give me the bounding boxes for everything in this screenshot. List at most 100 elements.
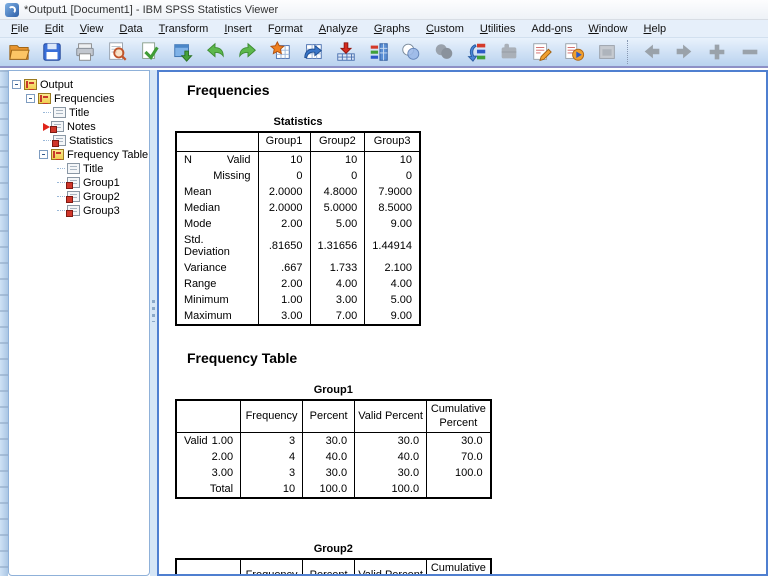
pane-splitter[interactable]: [150, 70, 157, 576]
collapse-expander-icon[interactable]: [39, 150, 48, 159]
use-variable-sets-button[interactable]: [462, 39, 491, 65]
tree-item-label: Frequencies: [54, 92, 115, 105]
row-label: 2.00: [211, 451, 234, 464]
tree-item-label: Title: [83, 162, 104, 175]
tree-item-title[interactable]: Title: [9, 106, 149, 119]
output-content-pane[interactable]: Frequencies Statistics Group1 Group2 Group…: [157, 70, 768, 576]
table-cell: 2.00: [257, 215, 310, 232]
variables-button[interactable]: [364, 39, 393, 65]
tree-item-output[interactable]: Output: [9, 78, 149, 91]
goto-variable-button[interactable]: [299, 39, 328, 65]
section-heading-frequency-table: Frequency Table: [187, 349, 298, 366]
table-row: Maximum 3.00 7.00 9.00: [176, 307, 421, 325]
menu-window[interactable]: Window: [580, 21, 635, 37]
table-cell: 2.0000: [257, 183, 310, 200]
print-button[interactable]: [70, 39, 99, 65]
title-doc-icon: [53, 107, 66, 118]
menu-analyze[interactable]: Analyze: [311, 21, 366, 37]
column-header: Group1: [257, 132, 310, 152]
table-cell: 1.31656: [309, 231, 365, 260]
table-cell: 7.9000: [364, 183, 421, 200]
corner-cell: [176, 559, 241, 574]
group2-pivot-table[interactable]: Frequency Percent Valid Percent Cumulative …: [175, 558, 492, 574]
table-cell: 30.0: [302, 432, 355, 450]
table-row: 2.00 4 40.0 40.0 70.0: [176, 449, 491, 466]
row-label: Missing: [213, 169, 251, 182]
value-labels-button: [430, 39, 459, 65]
column-header: Percent: [302, 399, 355, 434]
table-cell: [426, 481, 491, 499]
section-heading-frequencies: Frequencies: [187, 82, 270, 98]
output-book-icon: [24, 79, 37, 90]
goto-case-button[interactable]: [266, 39, 295, 65]
table-cell: 100.0: [426, 465, 491, 482]
recall-dialogs-button[interactable]: [168, 39, 197, 65]
table-cell: 9.00: [364, 215, 421, 232]
undo-button[interactable]: [201, 39, 230, 65]
print-preview-button[interactable]: [103, 39, 132, 65]
open-file-button[interactable]: [5, 39, 34, 65]
row-label: Mode: [184, 217, 212, 230]
goto-data-button[interactable]: [332, 39, 361, 65]
table-cell: 70.0: [426, 449, 491, 466]
collapse-expander-icon[interactable]: [26, 94, 35, 103]
table-cell: 4.00: [309, 275, 365, 292]
row-label: N Valid: [184, 153, 251, 166]
tree-item-group2[interactable]: Group2: [9, 190, 149, 203]
table-cell: 10: [257, 151, 310, 168]
table-cell: 100.0: [302, 481, 355, 499]
next-output-button: [670, 39, 699, 65]
menu-utilities[interactable]: Utilities: [472, 21, 523, 37]
menu-file[interactable]: File: [3, 21, 37, 37]
column-header: Percent: [302, 559, 355, 574]
statistics-pivot-table[interactable]: Group1 Group2 Group3 N Valid 10 10 10 Missing 0 0 0…: [175, 131, 422, 326]
tree-connector: [43, 112, 51, 113]
tree-item-title2[interactable]: Title: [9, 162, 149, 175]
menu-transform[interactable]: Transform: [151, 21, 217, 37]
outline-pane[interactable]: Output Frequencies Title Notes Statistic…: [8, 70, 150, 576]
table-cell: 30.0: [426, 432, 491, 450]
current-item-arrow-icon: [43, 122, 50, 131]
menu-view[interactable]: View: [72, 21, 112, 37]
group1-pivot-table[interactable]: Frequency Percent Valid Percent Cumulative …: [175, 398, 492, 500]
edit-script-button[interactable]: [528, 39, 557, 65]
table-cell: .81650: [257, 231, 310, 260]
menu-edit[interactable]: Edit: [37, 21, 72, 37]
menu-addons[interactable]: Add-ons: [523, 21, 580, 37]
table-row: Mean 2.0000 4.8000 7.9000: [176, 183, 421, 200]
table-row: Missing 0 0 0: [176, 167, 421, 184]
group1-table-slot: Group1 Frequency Percent Valid Percent Cumu…: [175, 366, 766, 500]
group3-table-icon: [66, 205, 80, 217]
menu-custom[interactable]: Custom: [418, 21, 472, 37]
column-header: Valid Percent: [354, 559, 427, 574]
export-output-button[interactable]: [136, 39, 165, 65]
tree-item-group3[interactable]: Group3: [9, 204, 149, 217]
menu-insert[interactable]: Insert: [216, 21, 260, 37]
menu-format[interactable]: Format: [260, 21, 311, 37]
redo-button[interactable]: [234, 39, 263, 65]
promote-output-button: [703, 39, 732, 65]
menu-help[interactable]: Help: [636, 21, 675, 37]
tree-item-notes[interactable]: Notes: [9, 120, 149, 133]
group2-table-icon: [66, 191, 80, 203]
collapse-expander-icon[interactable]: [12, 80, 21, 89]
table-row: Variance .667 1.733 2.100: [176, 259, 421, 276]
menu-data[interactable]: Data: [111, 21, 150, 37]
table-row: 3.00 3 30.0 30.0 100.0: [176, 465, 491, 482]
tree-item-frequencies[interactable]: Frequencies: [9, 92, 149, 105]
column-header: Frequency: [240, 559, 303, 574]
tree-item-group1[interactable]: Group1: [9, 176, 149, 189]
table-cell: 0: [257, 167, 310, 184]
table-cell: 5.00: [309, 215, 365, 232]
table-cell: 8.5000: [364, 199, 421, 216]
table-cell: 1.44914: [364, 231, 421, 260]
table-title: Statistics: [273, 116, 323, 128]
table-cell: 1.00: [257, 291, 310, 308]
tree-item-frequency-table[interactable]: Frequency Table: [9, 148, 149, 161]
tree-item-statistics[interactable]: Statistics: [9, 134, 149, 147]
run-script-button[interactable]: [560, 39, 589, 65]
table-cell: 10: [364, 151, 421, 168]
select-cases-button[interactable]: [397, 39, 426, 65]
save-file-button[interactable]: [38, 39, 67, 65]
menu-graphs[interactable]: Graphs: [366, 21, 418, 37]
